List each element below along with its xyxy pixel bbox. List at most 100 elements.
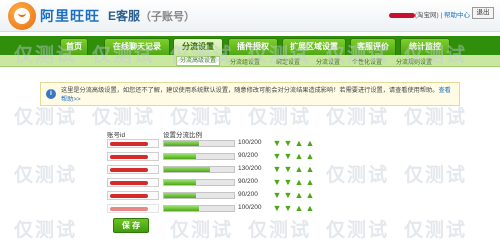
account-field[interactable]	[107, 191, 159, 200]
info-notice: i 这里是分流高级设置，如您还不了解，建议使用系统默认设置，随意修改可能会对分流…	[40, 82, 460, 106]
ratio-bar[interactable]	[163, 153, 235, 160]
watermark: 仅测试	[14, 220, 78, 241]
arrow-down-icon[interactable]: ▼	[283, 151, 293, 161]
watermark: 仅测试	[170, 220, 234, 241]
account-field[interactable]	[107, 139, 159, 148]
account-field[interactable]	[107, 178, 159, 187]
watermark: 仅测试	[14, 107, 78, 128]
save-button[interactable]: 保 存	[113, 218, 149, 233]
table-row: 130/200 ▼ ▼ ▲ ▲	[107, 164, 327, 175]
redacted-username	[388, 12, 415, 18]
subnav-group[interactable]: 分流组设置	[230, 57, 260, 66]
arrow-up-icon[interactable]: ▲	[294, 190, 304, 200]
tab-statistics[interactable]: 统计监控	[400, 38, 450, 55]
redacted-account	[110, 207, 148, 211]
tab-service-rating[interactable]: 客服评价	[350, 38, 396, 55]
subnav-rules[interactable]: 分流规则设置	[396, 57, 432, 66]
ratio-value: 90/200	[238, 191, 258, 198]
watermark: 仅测试	[404, 107, 468, 128]
redacted-account	[110, 181, 148, 185]
ratio-fill	[164, 154, 196, 159]
arrow-down-icon[interactable]: ▼	[283, 177, 293, 187]
account-field[interactable]	[107, 165, 159, 174]
arrow-down-icon[interactable]: ▼	[272, 190, 282, 200]
arrow-down-icon[interactable]: ▼	[272, 203, 282, 213]
tab-extension-settings[interactable]: 扩展区域设置	[282, 38, 346, 55]
arrow-down-icon[interactable]: ▼	[283, 164, 293, 174]
arrow-up-icon[interactable]: ▲	[305, 190, 315, 200]
tab-chat-records[interactable]: 在线聊天记录	[104, 38, 170, 55]
arrow-controls: ▼ ▼ ▲ ▲	[272, 138, 326, 148]
arrow-down-icon[interactable]: ▼	[283, 203, 293, 213]
arrow-up-icon[interactable]: ▲	[294, 138, 304, 148]
exit-button[interactable]: 退出	[472, 7, 494, 19]
arrow-up-icon[interactable]: ▲	[305, 164, 315, 174]
column-header-ratio: 设置分流比例	[163, 132, 202, 139]
arrow-up-icon[interactable]: ▲	[305, 203, 315, 213]
watermark: 仅测试	[92, 107, 156, 128]
ratio-bar[interactable]	[163, 166, 235, 173]
arrow-up-icon[interactable]: ▲	[305, 151, 315, 161]
table-row: 90/200 ▼ ▼ ▲ ▲	[107, 190, 327, 201]
account-field[interactable]	[107, 152, 159, 161]
subnav-personal[interactable]: 个性化设置	[352, 57, 382, 66]
subnav-binding[interactable]: 绑定设置	[276, 57, 300, 66]
ratio-bar[interactable]	[163, 179, 235, 186]
help-center-link[interactable]: 帮助中心	[444, 12, 470, 19]
arrow-up-icon[interactable]: ▲	[305, 138, 315, 148]
brand-name: 阿里旺旺	[40, 8, 100, 24]
arrow-up-icon[interactable]: ▲	[294, 164, 304, 174]
table-row: 100/200 ▼ ▼ ▲ ▲	[107, 138, 327, 149]
arrow-down-icon[interactable]: ▼	[272, 177, 282, 187]
watermark: 仅测试	[326, 165, 390, 186]
tab-split-settings[interactable]: 分流设置	[173, 38, 223, 55]
watermark: 仅测试	[14, 165, 78, 186]
info-text: 这里是分流高级设置，如您还不了解，建议使用系统默认设置，随意修改可能会对分流结果…	[61, 86, 456, 104]
ratio-fill	[164, 206, 199, 211]
ratio-value: 90/200	[238, 152, 258, 159]
ratio-fill	[164, 141, 199, 146]
arrow-down-icon[interactable]: ▼	[283, 138, 293, 148]
arrow-up-icon[interactable]: ▲	[305, 177, 315, 187]
redacted-account	[110, 142, 148, 146]
ratio-value: 90/200	[238, 178, 258, 185]
tab-home[interactable]: 首页	[60, 38, 88, 55]
column-header-account: 账号id	[107, 132, 126, 139]
ratio-fill	[164, 193, 196, 198]
ratio-bar[interactable]	[163, 192, 235, 199]
arrow-controls: ▼ ▼ ▲ ▲	[272, 177, 326, 187]
arrow-down-icon[interactable]: ▼	[272, 138, 282, 148]
arrow-controls: ▼ ▼ ▲ ▲	[272, 190, 326, 200]
info-icon: i	[46, 89, 56, 99]
arrow-up-icon[interactable]: ▲	[294, 151, 304, 161]
top-header: 阿里旺旺 E客服（子账号） (淘宝网) | 帮助中心 退出	[0, 0, 500, 32]
ratio-value: 100/200	[238, 204, 262, 211]
header-separator: |	[440, 12, 443, 19]
sub-nav: 分流高级设置 分流组设置 绑定设置 分流设置 个性化设置 分流规则设置	[0, 55, 500, 67]
watermark: 仅测试	[404, 165, 468, 186]
arrow-down-icon[interactable]: ▼	[272, 151, 282, 161]
account-field[interactable]	[107, 204, 159, 213]
arrow-controls: ▼ ▼ ▲ ▲	[272, 151, 326, 161]
arrow-controls: ▼ ▼ ▲ ▲	[272, 203, 326, 213]
arrow-down-icon[interactable]: ▼	[283, 190, 293, 200]
main-nav: 首页 在线聊天记录 分流设置 插件授权 扩展区域设置 客服评价 统计监控	[0, 36, 500, 55]
ratio-bar[interactable]	[163, 205, 235, 212]
redacted-account	[110, 168, 148, 172]
arrow-down-icon[interactable]: ▼	[272, 164, 282, 174]
store-label: (淘宝网)	[414, 12, 439, 19]
redacted-account	[110, 194, 148, 198]
arrow-controls: ▼ ▼ ▲ ▲	[272, 164, 326, 174]
user-area: (淘宝网) | 帮助中心	[388, 9, 470, 19]
subnav-advanced[interactable]: 分流高级设置	[176, 56, 221, 66]
product-label: E客服	[108, 9, 141, 23]
ratio-bar[interactable]	[163, 140, 235, 147]
tab-plugin-auth[interactable]: 插件授权	[228, 38, 278, 55]
logo-icon	[8, 2, 36, 30]
watermark: 仅测试	[248, 220, 312, 241]
arrow-up-icon[interactable]: ▲	[294, 177, 304, 187]
watermark: 仅测试	[170, 107, 234, 128]
ratio-value: 130/200	[238, 165, 262, 172]
subnav-split[interactable]: 分流设置	[316, 57, 340, 66]
arrow-up-icon[interactable]: ▲	[294, 203, 304, 213]
